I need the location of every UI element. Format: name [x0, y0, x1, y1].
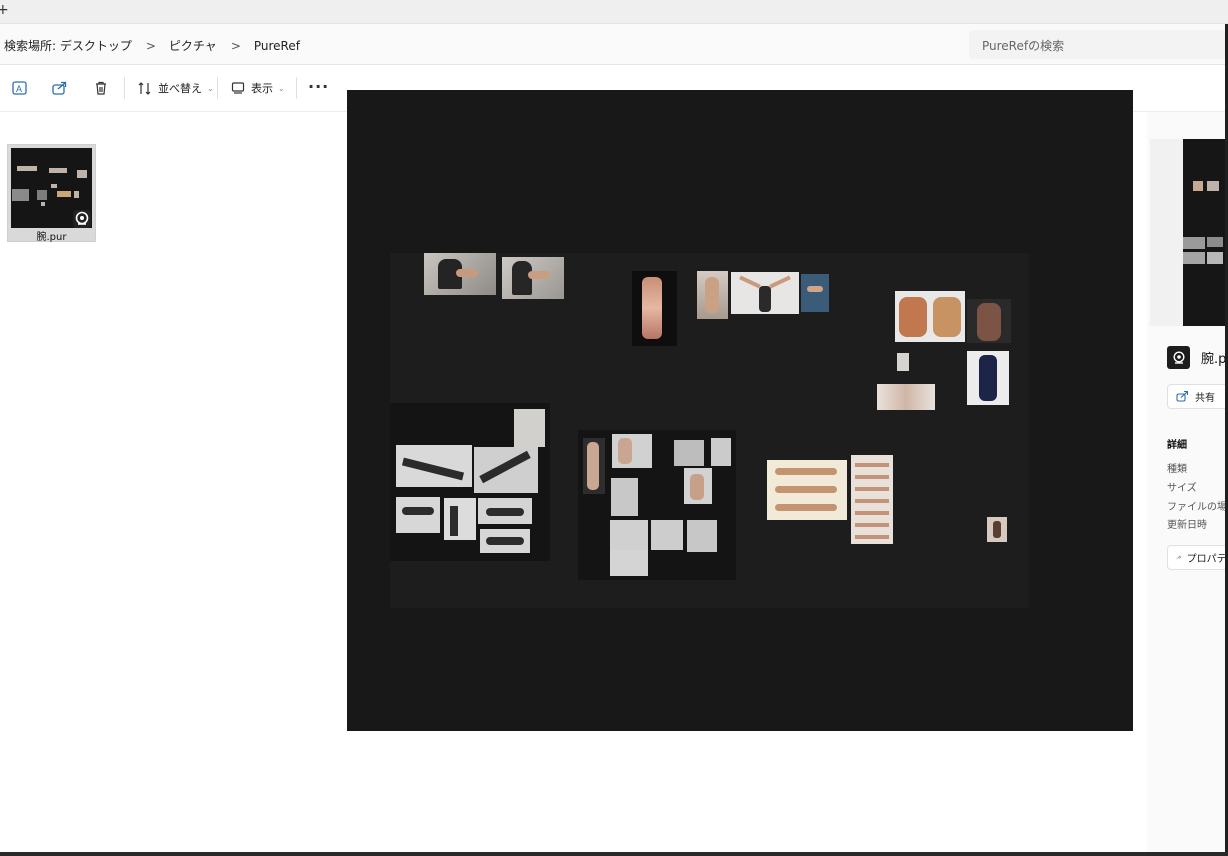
reference-image: [711, 438, 731, 466]
details-section-title: 詳細: [1167, 440, 1187, 451]
reference-image: [610, 550, 648, 576]
reference-image: [897, 353, 909, 371]
details-share-button[interactable]: 共有: [1167, 384, 1228, 409]
details-file-name: 腕.pur: [1201, 352, 1228, 367]
pureref-icon: [1167, 346, 1190, 369]
file-explorer-window: + 検索場所: デスクトップ > ピクチャ > PureRef PureRefの…: [0, 0, 1228, 856]
properties-label: プロパティ: [1186, 554, 1228, 565]
details-pane: 腕.pur 共有 詳細 種類 サイズ ファイルの場所 更新日時 プロパティ: [1147, 112, 1228, 856]
property-label: 更新日時: [1167, 520, 1207, 531]
pureref-canvas: [390, 253, 1029, 608]
taskbar-edge: [0, 852, 1228, 856]
reference-image: [967, 299, 1011, 343]
sort-button[interactable]: 並べ替え ⌄: [137, 79, 214, 97]
reference-image: [674, 440, 704, 466]
view-icon: [231, 82, 245, 94]
sort-label: 並べ替え: [158, 82, 202, 95]
reference-image: [801, 274, 829, 312]
svg-text:A: A: [16, 84, 22, 94]
chevron-down-icon: ⌄: [207, 83, 214, 93]
new-tab-button[interactable]: +: [0, 2, 9, 18]
file-item[interactable]: 腕.pur: [7, 144, 96, 243]
reference-image: [697, 271, 728, 319]
reference-image: [610, 520, 648, 550]
file-name: 腕.pur: [36, 232, 67, 243]
share-icon: [1176, 390, 1189, 402]
breadcrumb-separator: >: [145, 38, 156, 53]
reference-image: [474, 447, 538, 493]
breadcrumb-search-location[interactable]: 検索場所: デスクトップ: [4, 37, 132, 54]
toolbar-divider: [124, 77, 125, 99]
reference-image: [424, 253, 496, 295]
toolbar-divider: [217, 77, 218, 99]
reference-image: [583, 438, 605, 494]
reference-image: [611, 478, 638, 516]
share-label: 共有: [1195, 393, 1215, 404]
more-options-button[interactable]: ···: [308, 77, 329, 96]
properties-button[interactable]: プロパティ: [1167, 545, 1228, 570]
reference-image: [502, 257, 564, 299]
toolbar-divider: [296, 77, 297, 99]
search-input[interactable]: PureRefの検索: [969, 30, 1228, 59]
file-preview: [347, 90, 1133, 731]
reference-image: [967, 351, 1009, 405]
reference-image: [767, 460, 847, 520]
reference-image: [895, 291, 965, 342]
details-thumbnail: [1183, 139, 1228, 326]
image-group: [390, 403, 550, 561]
pureref-icon: [73, 210, 91, 228]
sort-icon: [138, 81, 151, 95]
reference-image: [987, 517, 1007, 542]
rename-icon[interactable]: A: [11, 79, 29, 97]
property-label: ファイルの場所: [1167, 502, 1228, 513]
breadcrumb-pictures[interactable]: ピクチャ: [169, 37, 217, 54]
reference-image: [687, 520, 717, 552]
address-bar: 検索場所: デスクトップ > ピクチャ > PureRef PureRefの検索: [0, 24, 1228, 65]
reference-image: [684, 468, 712, 504]
reference-image: [877, 384, 935, 410]
reference-image: [444, 498, 476, 540]
reference-image: [396, 445, 472, 487]
breadcrumb: 検索場所: デスクトップ > ピクチャ > PureRef: [4, 37, 300, 54]
details-title: 腕.pur: [1167, 346, 1228, 369]
reference-image: [632, 271, 677, 346]
view-label: 表示: [251, 82, 273, 95]
image-group: [578, 430, 736, 580]
reference-image: [514, 409, 545, 447]
wrench-icon: [1176, 555, 1181, 560]
share-icon[interactable]: [51, 79, 69, 97]
delete-icon[interactable]: [92, 79, 110, 97]
reference-image: [396, 497, 440, 533]
property-label: サイズ: [1167, 483, 1197, 494]
reference-image: [612, 434, 652, 468]
chevron-down-icon: ⌄: [278, 83, 285, 93]
tab-strip: +: [0, 0, 1228, 24]
view-button[interactable]: 表示 ⌄: [231, 79, 285, 97]
breadcrumb-pureref[interactable]: PureRef: [254, 39, 300, 53]
reference-image: [478, 498, 532, 524]
property-label: 種類: [1167, 464, 1187, 475]
reference-image: [731, 272, 799, 314]
file-thumbnail: [11, 148, 92, 228]
breadcrumb-separator: >: [230, 38, 241, 53]
reference-image: [651, 520, 683, 550]
reference-image: [480, 529, 530, 553]
reference-image: [851, 455, 893, 544]
